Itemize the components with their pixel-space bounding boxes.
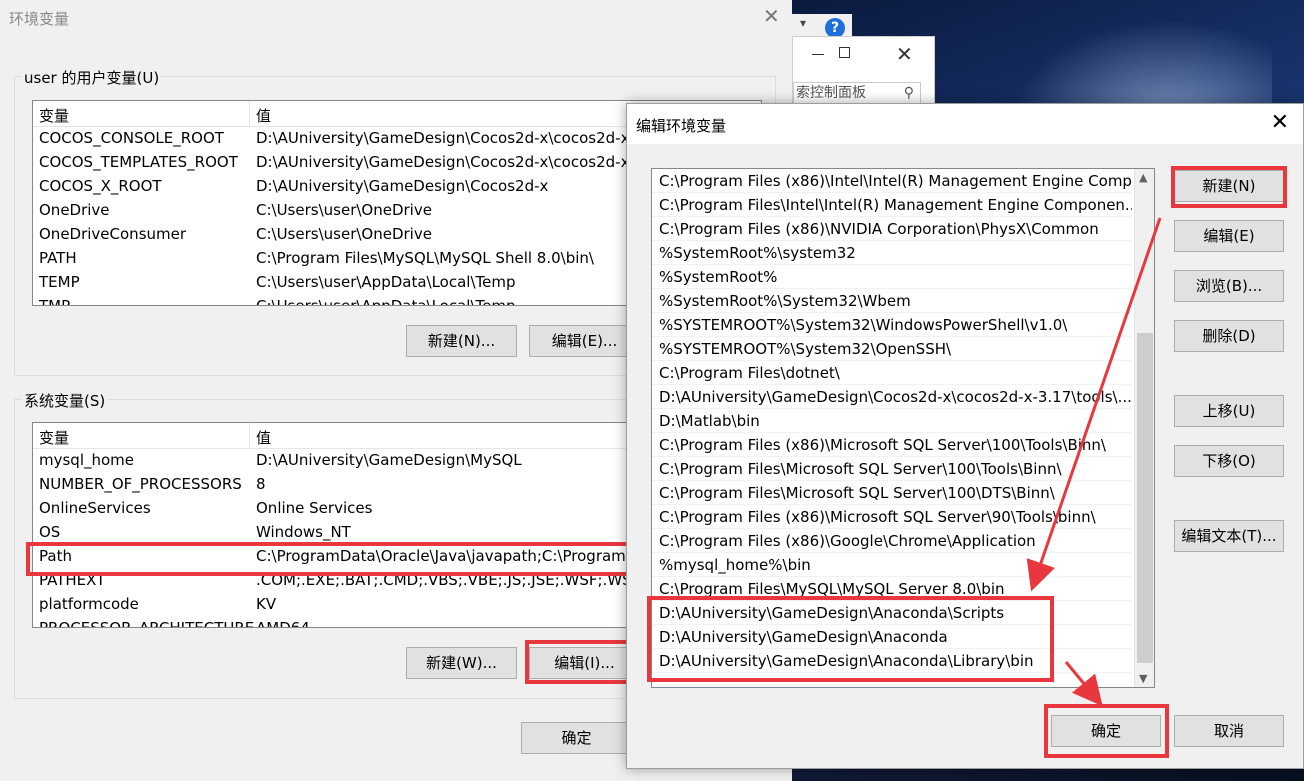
path-entry[interactable]: D:\AUniversity\GameDesign\Cocos2d-x\coco… (652, 385, 1132, 409)
path-entry[interactable]: %SystemRoot%\System32\Wbem (652, 289, 1132, 313)
variable-value: AMD64 (256, 619, 310, 628)
column-header-value[interactable]: 值 (256, 105, 271, 126)
browse-button[interactable]: 浏览(B)... (1174, 270, 1284, 302)
variable-value: C:\Program Files\MySQL\MySQL Shell 8.0\b… (256, 249, 594, 267)
variable-name: NUMBER_OF_PROCESSORS (39, 475, 242, 493)
variable-value: 8 (256, 475, 266, 493)
variable-name: COCOS_X_ROOT (39, 177, 162, 195)
variable-value: D:\AUniversity\GameDesign\Cocos2d-x\coco… (256, 129, 630, 147)
path-entry[interactable]: C:\Program Files (x86)\Intel\Intel(R) Ma… (652, 169, 1132, 193)
variable-value: KV (256, 595, 277, 613)
edit-path-button[interactable]: 编辑(E) (1174, 220, 1284, 252)
variable-name: TEMP (39, 273, 80, 291)
chevron-down-icon[interactable]: ▾ (800, 16, 806, 30)
system-new-button[interactable]: 新建(W)... (406, 647, 517, 679)
variable-name: COCOS_TEMPLATES_ROOT (39, 153, 238, 171)
variable-value: C:\Users\user\AppData\Local\Temp (256, 273, 516, 291)
cancel-button[interactable]: 取消 (1174, 715, 1284, 747)
ok-button-highlight (1044, 704, 1169, 758)
new-button-highlight (1171, 166, 1287, 208)
variable-name: OneDriveConsumer (39, 225, 187, 243)
anaconda-paths-highlight (647, 596, 1054, 682)
path-entry[interactable]: %SystemRoot%\system32 (652, 241, 1132, 265)
path-entry[interactable]: C:\Program Files (x86)\Microsoft SQL Ser… (652, 433, 1132, 457)
env-ok-button[interactable]: 确定 (521, 722, 632, 754)
path-entry[interactable]: C:\Program Files\Microsoft SQL Server\10… (652, 457, 1132, 481)
user-variables-label: user 的用户变量(U) (22, 67, 162, 88)
variable-name: OS (39, 523, 61, 541)
variable-value: D:\AUniversity\GameDesign\Cocos2d-x\coco… (256, 153, 630, 171)
vertical-scrollbar[interactable]: ▲ ▼ (1134, 169, 1154, 687)
path-entry[interactable]: %SystemRoot% (652, 265, 1132, 289)
variable-name: PATH (39, 249, 77, 267)
path-entry[interactable]: C:\Program Files (x86)\Microsoft SQL Ser… (652, 505, 1132, 529)
scroll-up-icon[interactable]: ▲ (1139, 171, 1147, 184)
path-entry[interactable]: %SYSTEMROOT%\System32\OpenSSH\ (652, 337, 1132, 361)
minimize-icon[interactable] (812, 54, 824, 55)
variable-value: D:\AUniversity\GameDesign\Cocos2d-x (256, 177, 549, 195)
variable-value: Online Services (256, 499, 373, 517)
variable-value: C:\Users\user\OneDrive (256, 201, 432, 219)
variable-name: mysql_home (39, 451, 135, 469)
edit-button-highlight (525, 640, 638, 684)
column-divider[interactable] (249, 423, 250, 449)
dialog-title: 环境变量 (9, 10, 70, 28)
column-header-variable[interactable]: 变量 (39, 427, 69, 448)
path-entry[interactable]: C:\Program Files (x86)\NVIDIA Corporatio… (652, 217, 1132, 241)
variable-name: OneDrive (39, 201, 110, 219)
user-new-button[interactable]: 新建(N)... (406, 325, 517, 357)
path-entry[interactable]: %SYSTEMROOT%\System32\WindowsPowerShell\… (652, 313, 1132, 337)
control-panel-search-input[interactable]: 索控制面板 ⚲ (793, 82, 921, 104)
variable-value: C:\Users\user\OneDrive (256, 225, 432, 243)
column-divider[interactable] (249, 101, 250, 127)
help-icon[interactable]: ? (825, 18, 845, 38)
dialog-titlebar: 编辑环境变量 ✕ (627, 104, 1303, 144)
path-entry[interactable]: C:\Program Files\dotnet\ (652, 361, 1132, 385)
system-variables-label: 系统变量(S) (22, 390, 108, 411)
variable-name: OnlineServices (39, 499, 151, 517)
dialog-title: 编辑环境变量 (636, 117, 727, 135)
delete-button[interactable]: 删除(D) (1174, 320, 1284, 352)
scrollbar-thumb[interactable] (1137, 333, 1153, 663)
close-icon[interactable]: ✕ (763, 4, 780, 28)
variable-value: D:\AUniversity\GameDesign\MySQL (256, 451, 522, 469)
path-row-highlight (26, 542, 634, 576)
variable-value: C:\Users\user\AppData\Local\Temp (256, 297, 516, 306)
variable-name: TMP (39, 297, 71, 306)
scroll-down-icon[interactable]: ▼ (1139, 672, 1147, 685)
search-placeholder: 索控制面板 (796, 85, 866, 101)
column-header-value[interactable]: 值 (256, 427, 271, 448)
edit-environment-variable-dialog: 编辑环境变量 ✕ C:\Program Files (x86)\Intel\In… (626, 103, 1304, 769)
path-entry[interactable]: %mysql_home%\bin (652, 553, 1132, 577)
edit-text-button[interactable]: 编辑文本(T)... (1174, 520, 1284, 552)
path-entry[interactable]: C:\Program Files\Microsoft SQL Server\10… (652, 481, 1132, 505)
move-up-button[interactable]: 上移(U) (1174, 395, 1284, 427)
path-entry[interactable]: C:\Program Files\Intel\Intel(R) Manageme… (652, 193, 1132, 217)
user-edit-button[interactable]: 编辑(E)... (529, 325, 640, 357)
variable-name: platformcode (39, 595, 139, 613)
move-down-button[interactable]: 下移(O) (1174, 445, 1284, 477)
column-header-variable[interactable]: 变量 (39, 105, 69, 126)
search-icon: ⚲ (903, 85, 914, 101)
path-entry[interactable]: D:\Matlab\bin (652, 409, 1132, 433)
close-icon[interactable]: ✕ (896, 42, 913, 66)
close-icon[interactable]: ✕ (1271, 110, 1289, 135)
maximize-icon[interactable] (839, 47, 850, 58)
path-entry[interactable]: C:\Program Files (x86)\Google\Chrome\App… (652, 529, 1132, 553)
variable-name: COCOS_CONSOLE_ROOT (39, 129, 224, 147)
variable-value: Windows_NT (256, 523, 351, 541)
variable-name: PROCESSOR_ARCHITECTURE (39, 619, 255, 628)
